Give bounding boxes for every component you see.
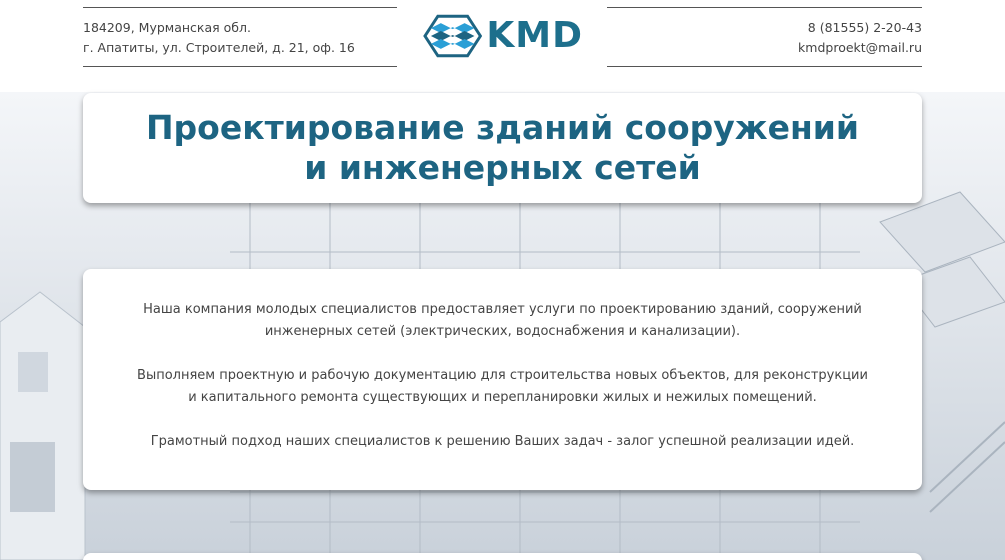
address-line-2: г. Апатиты, ул. Строителей, д. 21, оф. 1… xyxy=(83,40,355,55)
address-line-1: 184209, Мурманская обл. xyxy=(83,20,251,35)
about-p1-line-2: инженерных сетей (электрических, водосна… xyxy=(264,324,741,339)
about-p2-line-1: Выполняем проектную и рабочую документац… xyxy=(137,368,868,383)
about-paragraph-2: Выполняем проектную и рабочую документац… xyxy=(83,365,922,409)
title-line-2: и инженерных сетей xyxy=(304,148,701,187)
email-link[interactable]: kmdproekt@mail.ru xyxy=(607,38,922,58)
phone-number[interactable]: 8 (81555) 2-20-43 xyxy=(607,18,922,38)
about-paragraph-1: Наша компания молодых специалистов предо… xyxy=(83,299,922,343)
logo-text: KMD xyxy=(486,15,583,56)
next-section-card xyxy=(83,553,922,560)
title-line-1: Проектирование зданий сооружений xyxy=(145,108,860,147)
contact-block: 8 (81555) 2-20-43 kmdproekt@mail.ru xyxy=(607,7,922,67)
kmd-logo[interactable]: KMD xyxy=(423,14,583,58)
site-header: 184209, Мурманская обл. г. Апатиты, ул. … xyxy=(0,0,1005,92)
about-card: Наша компания молодых специалистов предо… xyxy=(83,269,922,490)
page-title: Проектирование зданий сооружений и инжен… xyxy=(146,108,859,188)
address-block: 184209, Мурманская обл. г. Апатиты, ул. … xyxy=(83,7,397,67)
about-paragraph-3: Грамотный подход наших специалистов к ре… xyxy=(150,434,855,449)
about-p2-line-2: и капитального ремонта существующих и пе… xyxy=(188,390,817,405)
hero-title-card: Проектирование зданий сооружений и инжен… xyxy=(83,93,922,203)
logo-mark-icon xyxy=(423,14,483,58)
about-p1-line-1: Наша компания молодых специалистов предо… xyxy=(143,302,862,317)
